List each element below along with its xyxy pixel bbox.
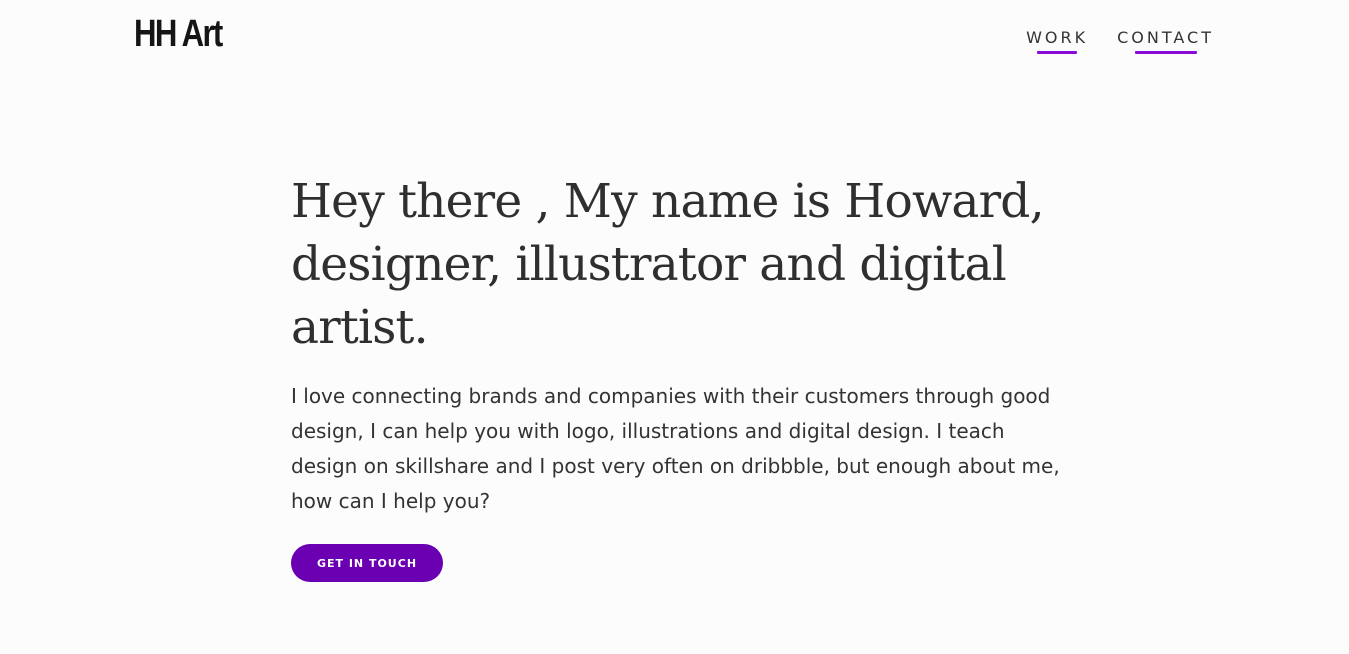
hero-description: I love connecting brands and companies w… [291, 384, 1060, 513]
logo-link[interactable]: HH Art [134, 12, 223, 56]
nav-item-label: CONTACT [1117, 28, 1214, 47]
nav-item-label: WORK [1026, 28, 1089, 47]
site-header: HH Art WORK CONTACT [0, 0, 1349, 80]
nav-item-work[interactable]: WORK [1026, 28, 1089, 54]
main-nav: WORK CONTACT [1026, 28, 1214, 54]
get-in-touch-button[interactable]: GET IN TOUCH [291, 544, 443, 582]
hero-section: Hey there , My name is Howard, designer,… [291, 170, 1091, 519]
hero-title: Hey there , My name is Howard, designer,… [291, 174, 1045, 355]
nav-item-contact[interactable]: CONTACT [1117, 28, 1214, 54]
nav-underline [1037, 51, 1078, 54]
nav-underline [1134, 51, 1197, 54]
